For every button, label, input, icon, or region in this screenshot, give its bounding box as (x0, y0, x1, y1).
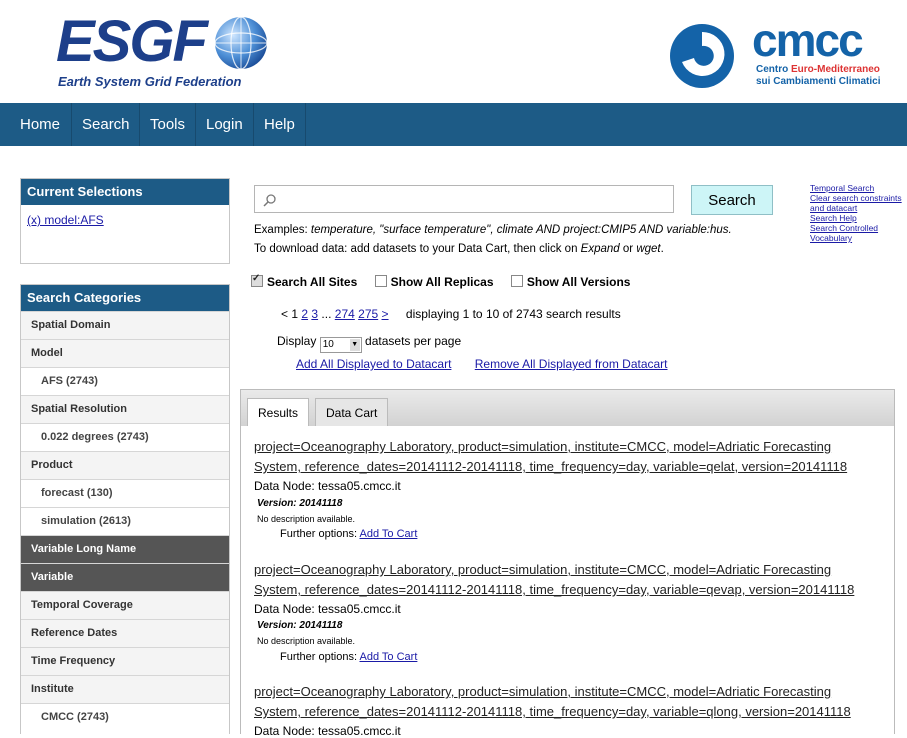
show-replicas-option[interactable]: Show All Replicas (374, 275, 494, 289)
pager-page-3[interactable]: 3 (311, 307, 318, 321)
search-help-link[interactable]: Search Help (810, 213, 857, 223)
cmcc-logo[interactable]: cmcc Centro Euro-Mediterraneo sui Cambia… (666, 14, 906, 94)
esgf-logo-word: ESGF (56, 9, 208, 74)
esgf-logo[interactable]: ESGF Earth System Grid Federation (52, 10, 292, 92)
result-title-link[interactable]: project=Oceanography Laboratory, product… (254, 682, 874, 722)
result-description: No description available. (257, 636, 356, 646)
chevron-down-icon: ▼ (349, 339, 360, 351)
category-facet-value[interactable]: CMCC (2743) (21, 703, 229, 731)
per-page-label: datasets per page (365, 334, 462, 348)
search-options: Search All Sites Show All Replicas Show … (251, 273, 630, 289)
clear-search-link-cont[interactable]: and datacart (810, 203, 857, 213)
controlled-vocab-link-cont[interactable]: Vocabulary (810, 233, 852, 243)
cmcc-logo-word: cmcc (752, 14, 864, 66)
pagination: < 1 2 3 ... 274 275 > displaying 1 to 10… (281, 307, 621, 321)
nav-home[interactable]: Home (10, 103, 72, 146)
main-nav: Home Search Tools Login Help (0, 103, 907, 146)
result-version: Version: 20141118 (257, 620, 343, 631)
controlled-vocab-link[interactable]: Search Controlled (810, 223, 878, 233)
search-input[interactable] (254, 185, 674, 213)
nav-help[interactable]: Help (254, 103, 306, 146)
results-count: displaying 1 to 10 of 2743 search result… (405, 307, 621, 321)
current-selections-title: Current Selections (21, 179, 229, 205)
tab-data-cart[interactable]: Data Cart (315, 398, 389, 426)
result-title-link[interactable]: project=Oceanography Laboratory, product… (254, 560, 874, 600)
result-data-node: Data Node: tessa05.cmcc.it (254, 479, 401, 493)
pager-page-2[interactable]: 2 (301, 307, 308, 321)
nav-tools[interactable]: Tools (140, 103, 196, 146)
add-to-cart-link[interactable]: Add To Cart (360, 528, 418, 540)
search-all-sites-checkbox[interactable] (251, 273, 263, 287)
search-icon (263, 194, 276, 207)
download-hint: To download data: add datasets to your D… (254, 243, 664, 255)
category-heading[interactable]: Spatial Resolution (21, 395, 229, 423)
result-data-node: Data Node: tessa05.cmcc.it (254, 602, 401, 616)
cmcc-logo-line2: sui Cambiamenti Climatici (756, 76, 881, 87)
globe-icon (214, 16, 268, 70)
search-all-sites-option[interactable]: Search All Sites (251, 273, 357, 289)
page-size-select[interactable]: 10 ▼ (319, 337, 362, 353)
category-heading[interactable]: Reference Dates (21, 619, 229, 647)
show-versions-option[interactable]: Show All Versions (510, 275, 630, 289)
pager-page-275[interactable]: 275 (358, 307, 378, 321)
temporal-search-link[interactable]: Temporal Search (810, 183, 874, 193)
remove-all-from-datacart-link[interactable]: Remove All Displayed from Datacart (475, 357, 668, 371)
remove-model-constraint-link[interactable]: (x) model:AFS (27, 213, 104, 227)
category-heading[interactable]: Product (21, 451, 229, 479)
esgf-logo-subtitle: Earth System Grid Federation (58, 74, 242, 89)
nav-search[interactable]: Search (72, 103, 140, 146)
pager-next[interactable]: > (382, 307, 389, 321)
result-version: Version: 20141118 (257, 498, 343, 509)
datacart-actions: Add All Displayed to Datacart Remove All… (296, 357, 668, 371)
show-replicas-checkbox[interactable] (374, 275, 387, 287)
category-heading[interactable]: Time Frequency (21, 647, 229, 675)
category-facet-value[interactable]: forecast (130) (21, 479, 229, 507)
result-further-options: Further options: Add To Cart (280, 528, 418, 540)
show-versions-checkbox[interactable] (510, 275, 523, 287)
result-title-link[interactable]: project=Oceanography Laboratory, product… (254, 437, 874, 477)
results-tab-bar: Results Data Cart (241, 390, 894, 426)
category-facet-value[interactable]: AFS (2743) (21, 367, 229, 395)
result-description: No description available. (257, 514, 356, 524)
display-label: Display (277, 334, 317, 348)
tab-results[interactable]: Results (247, 398, 310, 426)
search-categories-panel: Search Categories Spatial Domain Model AFS… (20, 284, 230, 734)
header: ESGF Earth System Grid Federation cmcc C… (0, 0, 907, 103)
nav-login[interactable]: Login (196, 103, 254, 146)
category-heading[interactable]: Variable (21, 563, 229, 591)
result-further-options: Further options: Add To Cart (280, 651, 418, 663)
category-heading[interactable]: Variable Long Name (21, 535, 229, 563)
add-to-cart-link[interactable]: Add To Cart (360, 651, 418, 663)
pager-first[interactable]: < 1 (281, 307, 298, 321)
category-heading[interactable]: Institute (21, 675, 229, 703)
clear-search-link[interactable]: Clear search constraints (810, 193, 902, 203)
result-data-node: Data Node: tessa05.cmcc.it (254, 724, 401, 738)
category-list: Spatial Domain Model AFS (2743) Spatial Res… (21, 311, 229, 731)
cmcc-logo-line1: Centro Euro-Mediterraneo (756, 64, 880, 75)
pager-ellipsis: ... (321, 307, 332, 321)
search-button[interactable]: Search (691, 185, 773, 215)
page-size-row: Display 10 ▼ datasets per page (277, 334, 461, 353)
search-help-links: Temporal Search Clear search constraints… (810, 183, 902, 243)
cmcc-swirl-icon (670, 24, 734, 88)
add-all-to-datacart-link[interactable]: Add All Displayed to Datacart (296, 357, 451, 371)
pager-page-274[interactable]: 274 (335, 307, 355, 321)
current-selections-panel: Current Selections (x) model:AFS (20, 178, 230, 264)
category-heading[interactable]: Model (21, 339, 229, 367)
category-facet-value[interactable]: 0.022 degrees (2743) (21, 423, 229, 451)
category-heading[interactable]: Spatial Domain (21, 311, 229, 339)
category-heading[interactable]: Temporal Coverage (21, 591, 229, 619)
search-categories-title: Search Categories (21, 285, 229, 311)
category-facet-value[interactable]: simulation (2613) (21, 507, 229, 535)
search-examples: Examples: temperature, "surface temperat… (254, 224, 732, 236)
